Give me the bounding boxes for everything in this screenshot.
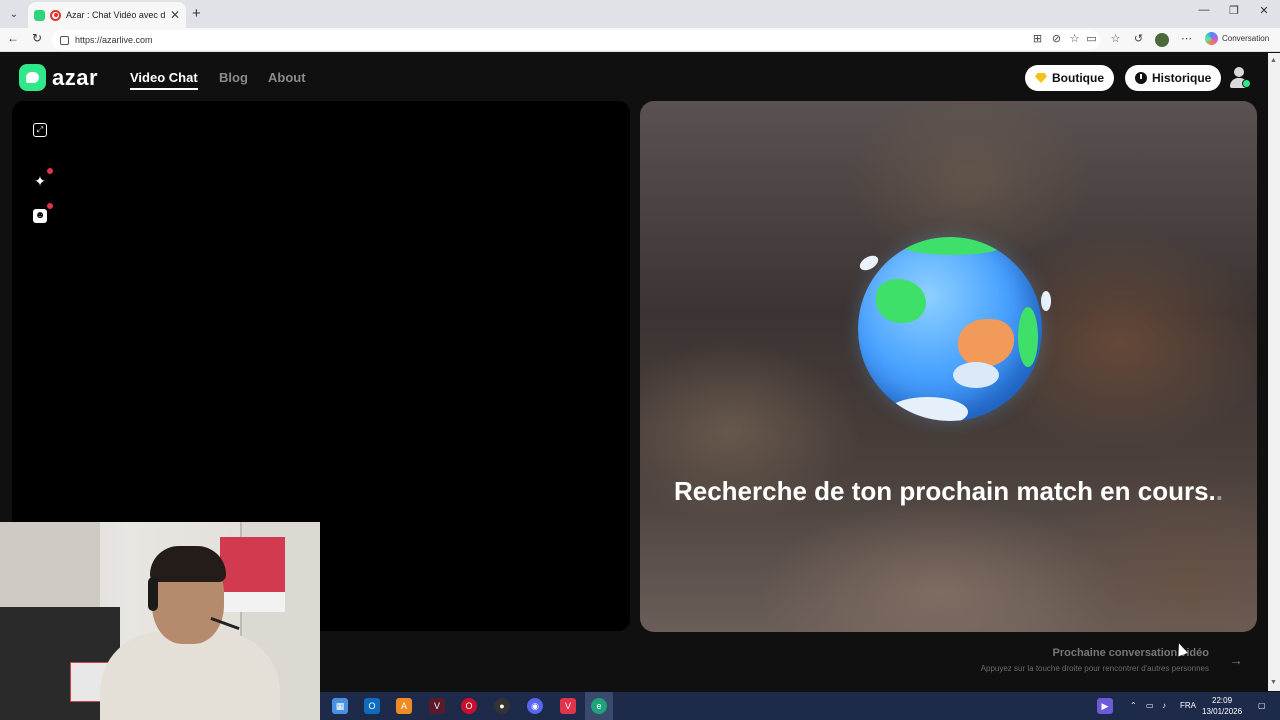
app-red-icon[interactable]: V (560, 698, 576, 714)
search-status-main: Recherche de ton prochain match en cours… (673, 476, 1216, 506)
history-icon[interactable]: ↺ (1132, 33, 1145, 46)
webcam-person-body (100, 632, 280, 720)
logo-text: azar (52, 64, 99, 90)
page-scrollbar[interactable]: ▲ ▼ (1268, 53, 1280, 691)
expand-icon[interactable]: ⤢ (33, 123, 47, 137)
azar-favicon-icon (34, 9, 45, 21)
favorite-star-icon[interactable]: ☆ (1068, 33, 1081, 46)
minimize-icon[interactable]: — (1192, 4, 1216, 16)
taskbar-date: 13/01/2026 (1202, 707, 1243, 716)
lock-icon (60, 35, 69, 45)
volume-icon[interactable]: ♪ (1162, 692, 1166, 720)
windows-taskbar: ▦ O A V O ● ◉ V e ▶ ⌃ ▭ ♪ FRA 22:09 13/0… (320, 692, 1280, 720)
close-window-icon[interactable]: ✕ (1252, 4, 1276, 17)
meet-icon[interactable]: ▶ (1097, 698, 1113, 714)
maximize-icon[interactable]: ❐ (1222, 4, 1246, 17)
historique-button[interactable]: Historique (1125, 65, 1222, 91)
globe-cloud (953, 362, 999, 388)
cloud-shape (1041, 291, 1051, 311)
boutique-label: Boutique (1052, 71, 1104, 85)
browser-window: ⌄ Azar : Chat Vidéo avec de no ✕ + — ❐ ✕… (0, 0, 1280, 720)
close-tab-icon[interactable]: ✕ (170, 8, 180, 22)
sparkle-effects-icon[interactable]: ✦ (33, 174, 47, 188)
globe-land (876, 279, 926, 323)
azar-logo-icon (19, 64, 46, 91)
clock-icon (1135, 72, 1147, 84)
next-arrow-icon[interactable]: → (1229, 652, 1243, 668)
cloud-shape (857, 252, 881, 274)
chat-app-icon[interactable]: ◉ (527, 698, 543, 714)
outlook-icon[interactable]: O (364, 698, 380, 714)
edge-icon[interactable]: e (591, 698, 607, 714)
active-nav-underline (130, 88, 198, 90)
start-icon[interactable]: ▦ (332, 698, 348, 714)
webcam-flag-red (220, 537, 285, 592)
headset-icon (148, 577, 158, 611)
mask-notification-dot (47, 203, 53, 209)
opera-icon[interactable]: O (461, 698, 477, 714)
globe-sphere (858, 237, 1042, 421)
scroll-up-icon[interactable]: ▲ (1270, 57, 1277, 64)
network-icon[interactable]: ▭ (1146, 692, 1154, 720)
app-a-icon[interactable]: A (396, 698, 412, 714)
webcam-flag-white (220, 592, 285, 612)
tracking-prevention-icon[interactable]: ⊘ (1050, 33, 1063, 46)
search-status-dot: . (1215, 476, 1224, 506)
language-indicator[interactable]: FRA (1180, 692, 1196, 720)
copilot-label: Conversation (1222, 34, 1270, 43)
tab-azar[interactable]: Azar : Chat Vidéo avec de no ✕ (28, 2, 186, 28)
historique-label: Historique (1152, 71, 1212, 85)
more-menu-icon[interactable]: ⋯ (1180, 33, 1193, 46)
profile-head (1234, 67, 1244, 77)
app-v-icon[interactable]: V (429, 698, 445, 714)
search-status-text: Recherche de ton prochain match en cours… (670, 476, 1227, 507)
globe-land (898, 237, 1008, 255)
taskbar-time: 22:09 (1212, 696, 1233, 705)
azar-logo[interactable]: azar (19, 64, 98, 91)
nav-about[interactable]: About (268, 70, 306, 85)
favorites-icon[interactable]: ☆ (1109, 33, 1122, 46)
boutique-button[interactable]: Boutique (1025, 65, 1114, 91)
next-conversation-subtitle: Appuyez sur la touche droite pour rencon… (980, 664, 1209, 673)
url-text: https://azarlive.com (75, 35, 153, 45)
match-search-panel: Recherche de ton prochain match en cours… (640, 101, 1257, 632)
copilot-icon (1205, 32, 1218, 45)
browser-profile-avatar[interactable] (1155, 33, 1169, 47)
notifications-icon[interactable]: ▢ (1258, 692, 1266, 720)
scroll-down-icon[interactable]: ▼ (1270, 679, 1277, 686)
effects-notification-dot (47, 168, 53, 174)
recording-icon (50, 9, 61, 21)
camera-icon[interactable]: ▭ (1085, 33, 1098, 46)
globe-land (1018, 307, 1038, 367)
nav-video-chat[interactable]: Video Chat (130, 70, 198, 85)
webcam-person-hair (150, 546, 226, 582)
gem-icon (1035, 73, 1047, 83)
copilot-button[interactable]: Conversation (1205, 32, 1269, 45)
nav-blog[interactable]: Blog (219, 70, 248, 85)
tab-list-chevron-icon[interactable]: ⌄ (4, 4, 24, 24)
user-profile-icon[interactable] (1227, 65, 1251, 89)
refresh-icon[interactable]: ↻ (28, 31, 46, 45)
tab-strip: ⌄ Azar : Chat Vidéo avec de no ✕ + — ❐ ✕ (0, 0, 1280, 28)
address-bar[interactable]: https://azarlive.com (52, 30, 1100, 50)
taskbar-clock[interactable]: 22:09 13/01/2026 (1202, 695, 1242, 717)
webcam-overlay (0, 522, 320, 720)
browser-toolbar: ← ↻ https://azarlive.com ⊞ ⊘ ☆ ▭ ☆ ↺ ⋯ C… (0, 28, 1280, 52)
online-status-dot (1242, 79, 1251, 88)
back-arrow-icon[interactable]: ← (4, 31, 22, 45)
tray-chevron-icon[interactable]: ⌃ (1130, 692, 1137, 720)
globe-illustration (855, 231, 1055, 431)
mask-filter-icon[interactable]: ☻ (33, 209, 47, 223)
app-grid-icon[interactable]: ⊞ (1031, 33, 1044, 46)
globe-cloud (888, 397, 968, 421)
new-tab-plus-icon[interactable]: + (192, 5, 201, 23)
globe-land (958, 319, 1014, 367)
tab-title: Azar : Chat Vidéo avec de no (66, 10, 165, 20)
obs-icon[interactable]: ● (494, 698, 510, 714)
